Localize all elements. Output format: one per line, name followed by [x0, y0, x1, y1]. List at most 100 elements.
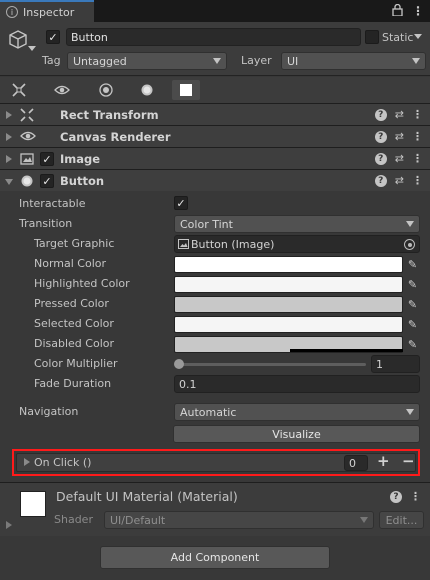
foldout-arrow-icon[interactable]	[6, 521, 12, 529]
material-title: Default UI Material (Material)	[56, 489, 238, 504]
foldout-arrow-icon[interactable]	[6, 133, 12, 141]
component-menu-icon[interactable]: ⋮	[412, 174, 423, 187]
static-label: Static	[382, 31, 414, 44]
chevron-down-icon	[406, 409, 414, 415]
eyedropper-icon[interactable]: ✎	[405, 256, 420, 273]
foldout-open-icon[interactable]	[5, 179, 13, 185]
preset-icon[interactable]: ⇄	[395, 108, 404, 121]
add-component-label: Add Component	[170, 551, 260, 564]
eye-icon[interactable]	[48, 80, 76, 100]
highlighted-color-label: Highlighted Color	[34, 277, 130, 290]
material-preview	[20, 491, 46, 517]
normal-color-swatch[interactable]	[174, 256, 403, 273]
preset-icon[interactable]: ⇄	[395, 130, 404, 143]
target-graphic-value: Button (Image)	[191, 237, 275, 251]
image-enabled-checkbox[interactable]: ✓	[40, 152, 54, 166]
target-graphic-label: Target Graphic	[34, 237, 115, 250]
color-multiplier-field[interactable]: 1	[371, 355, 420, 373]
image-icon	[20, 152, 34, 166]
disabled-color-swatch[interactable]	[174, 336, 403, 353]
help-icon[interactable]: ?	[390, 490, 402, 503]
fade-duration-value: 0.1	[179, 377, 197, 391]
tab-inspector[interactable]: i Inspector	[0, 0, 94, 22]
rect-transform-toggle-icon[interactable]	[6, 80, 32, 100]
pressed-color-label: Pressed Color	[34, 297, 109, 310]
edit-shader-button[interactable]: Edit...	[379, 511, 424, 529]
button-title: Button	[60, 173, 105, 188]
tag-dropdown[interactable]: Untagged	[67, 52, 227, 70]
button-toggle-icon[interactable]	[172, 80, 200, 100]
transition-dropdown[interactable]: Color Tint	[174, 215, 420, 233]
color-multiplier-slider-track[interactable]	[178, 363, 366, 366]
target-graphic-field[interactable]: Button (Image)	[174, 235, 420, 253]
eyedropper-icon[interactable]: ✎	[405, 316, 420, 333]
component-menu-icon[interactable]: ⋮	[412, 108, 423, 121]
pressed-color-swatch[interactable]	[174, 296, 403, 313]
image-header[interactable]: ✓ Image ? ⇄ ⋮	[0, 147, 430, 169]
color-multiplier-slider-handle[interactable]	[174, 359, 184, 369]
alpha-bar	[290, 349, 403, 352]
fade-duration-field[interactable]: 0.1	[174, 375, 420, 393]
help-icon[interactable]: ?	[374, 130, 387, 143]
icon-dropdown-caret[interactable]	[28, 46, 36, 51]
canvas-renderer-title: Canvas Renderer	[60, 129, 171, 144]
tag-label: Tag	[42, 54, 61, 67]
fade-duration-label: Fade Duration	[34, 377, 112, 390]
shader-label: Shader	[54, 513, 93, 526]
eye-icon	[20, 130, 36, 144]
component-menu-icon[interactable]: ⋮	[412, 130, 423, 143]
rect-transform-header[interactable]: Rect Transform ? ⇄ ⋮	[0, 103, 430, 125]
image-toggle-icon[interactable]	[92, 80, 120, 100]
selected-color-label: Selected Color	[34, 317, 114, 330]
preset-icon[interactable]: ⇄	[395, 174, 404, 187]
disabled-color-label: Disabled Color	[34, 337, 115, 350]
foldout-arrow-icon[interactable]	[6, 155, 12, 163]
object-picker-icon[interactable]	[404, 239, 415, 250]
help-icon[interactable]: ?	[374, 152, 387, 165]
material-menu-icon[interactable]: ⋮	[410, 490, 421, 503]
interactable-label: Interactable	[19, 197, 86, 210]
eyedropper-icon[interactable]: ✎	[405, 276, 420, 293]
static-dropdown-caret[interactable]	[414, 34, 422, 39]
canvas-renderer-header[interactable]: Canvas Renderer ? ⇄ ⋮	[0, 125, 430, 147]
eyedropper-icon[interactable]: ✎	[405, 296, 420, 313]
navigation-label: Navigation	[19, 405, 79, 418]
static-checkbox[interactable]	[365, 30, 379, 44]
tab-menu-icon[interactable]: ⋮	[412, 4, 424, 18]
circle-toggle-icon[interactable]	[134, 80, 160, 100]
selected-color-swatch[interactable]	[174, 316, 403, 333]
active-checkbox[interactable]: ✓	[46, 30, 60, 44]
gameobject-name-field[interactable]: Button	[66, 28, 361, 46]
button-enabled-checkbox[interactable]: ✓	[40, 174, 54, 188]
chevron-down-icon	[360, 517, 368, 523]
help-icon[interactable]: ?	[374, 174, 387, 187]
eyedropper-icon[interactable]: ✎	[405, 336, 420, 353]
layer-label: Layer	[241, 54, 272, 67]
rect-transform-title: Rect Transform	[60, 107, 159, 122]
layer-dropdown[interactable]: UI	[281, 52, 426, 70]
visualize-button[interactable]: Visualize	[173, 425, 420, 443]
interactable-checkbox[interactable]: ✓	[174, 196, 188, 210]
gameobject-cube-icon[interactable]	[8, 30, 28, 50]
component-menu-icon[interactable]: ⋮	[412, 152, 423, 165]
edit-label: Edit...	[385, 513, 418, 527]
navigation-dropdown[interactable]: Automatic	[174, 403, 420, 421]
visualize-label: Visualize	[272, 427, 321, 441]
button-component-icon	[20, 174, 34, 188]
button-header[interactable]: ✓ Button ? ⇄ ⋮	[0, 169, 430, 191]
gameobject-name: Button	[71, 30, 108, 44]
highlighted-color-swatch[interactable]	[174, 276, 403, 293]
add-component-button[interactable]: Add Component	[100, 546, 330, 569]
info-icon: i	[6, 6, 18, 18]
image-icon	[178, 239, 189, 249]
shader-dropdown[interactable]: UI/Default	[104, 511, 374, 529]
transition-label: Transition	[19, 217, 73, 230]
image-title: Image	[60, 151, 101, 166]
on-click-highlight-box	[12, 449, 420, 476]
lock-icon[interactable]	[392, 3, 403, 19]
preset-icon[interactable]: ⇄	[395, 152, 404, 165]
help-icon[interactable]: ?	[374, 108, 387, 121]
chevron-down-icon	[406, 221, 414, 227]
foldout-arrow-icon[interactable]	[6, 111, 12, 119]
color-multiplier-label: Color Multiplier	[34, 357, 118, 370]
